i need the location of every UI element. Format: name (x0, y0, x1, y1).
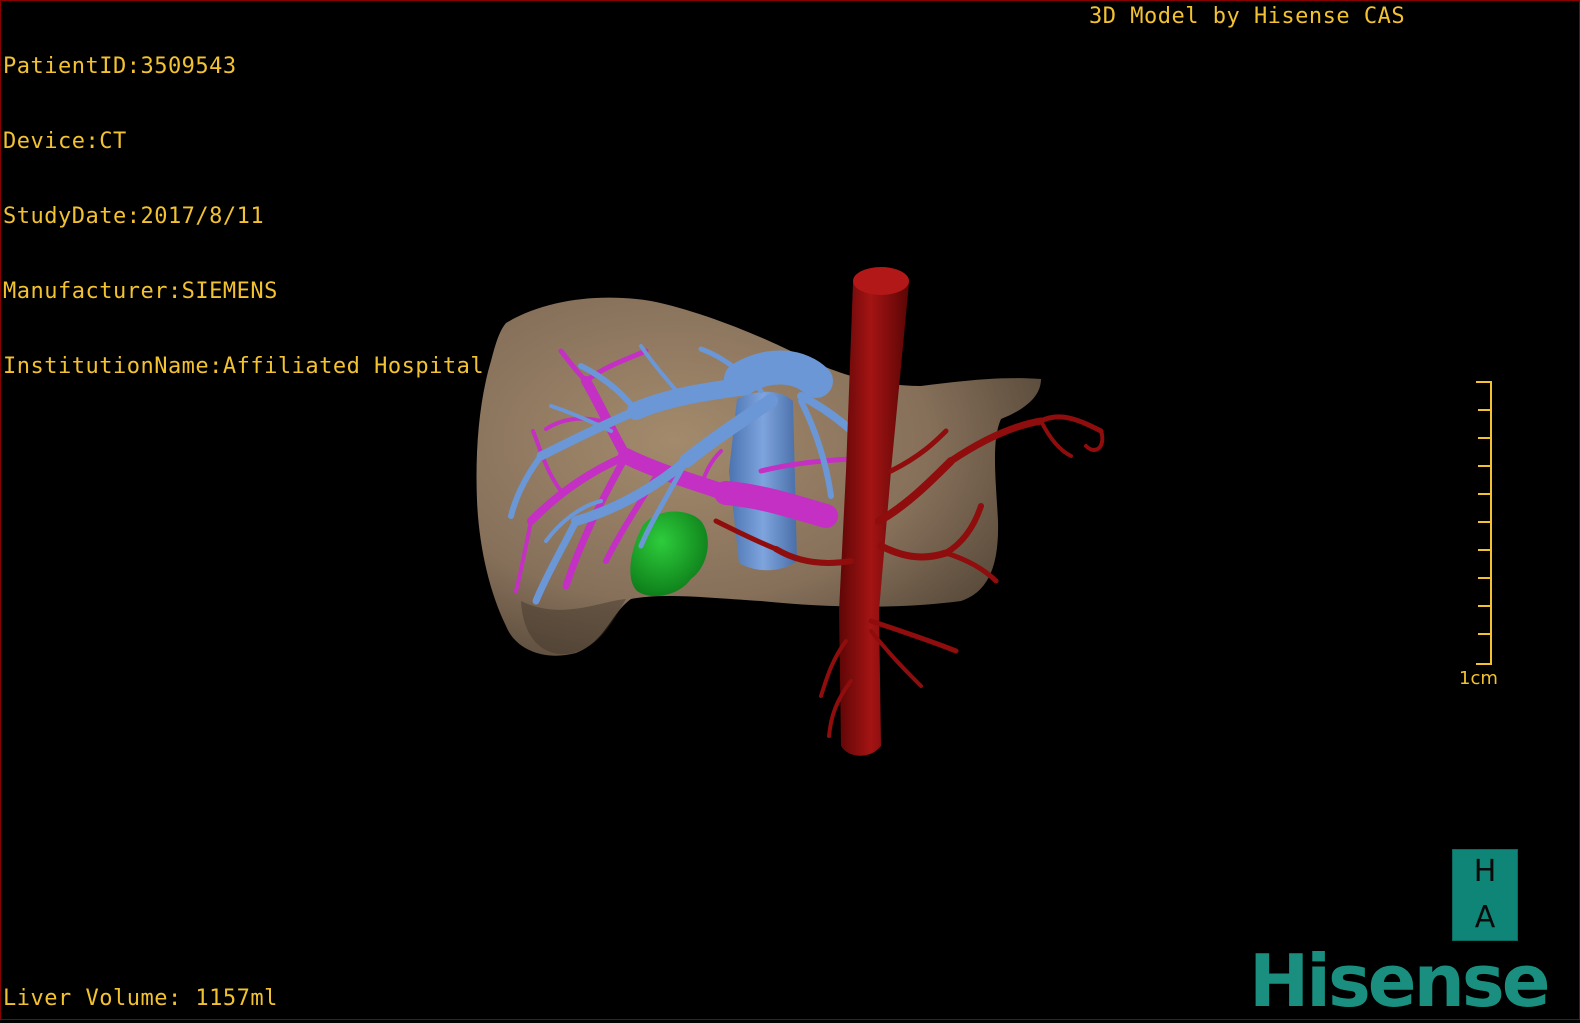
orientation-head-label: H (1473, 854, 1497, 889)
liver-volume-label: Liver Volume: 1157ml (3, 986, 278, 1011)
orientation-cube[interactable]: H A (1452, 849, 1518, 941)
aorta-cross-section (853, 267, 909, 295)
viewport[interactable]: PatientID:3509543 Device:CT StudyDate:20… (0, 0, 1580, 1023)
scale-bar-label: 1cm (1459, 668, 1498, 689)
hisense-logo: Hisense (1249, 939, 1551, 1023)
liver-3d-model[interactable] (1, 1, 1579, 1019)
orientation-anterior-label: A (1474, 900, 1496, 935)
scale-bar (1476, 381, 1492, 665)
